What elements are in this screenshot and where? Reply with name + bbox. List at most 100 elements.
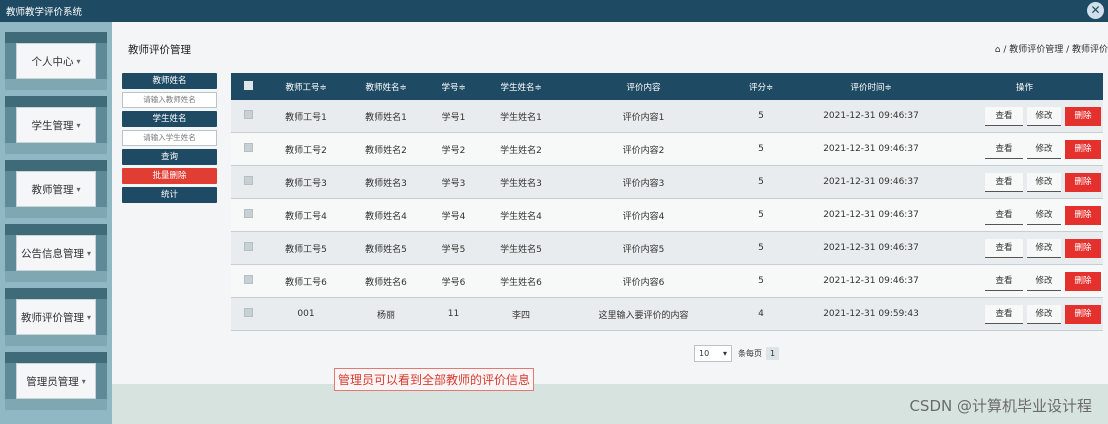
row-checkbox[interactable] bbox=[244, 209, 253, 218]
chevron-down-icon: ▾ bbox=[86, 248, 91, 258]
delete-button[interactable]: 删除 bbox=[1065, 139, 1101, 159]
cell-content: 评价内容5 bbox=[622, 244, 665, 255]
sidebar-item-admin-management[interactable]: 管理员管理 ▾ bbox=[5, 352, 107, 410]
breadcrumb-text[interactable]: / 教师评价管理 / 教师评价 bbox=[1003, 45, 1108, 55]
annotation-note: 管理员可以看到全部教师的评价信息 bbox=[334, 368, 535, 391]
edit-button[interactable]: 修改 bbox=[1027, 304, 1061, 324]
app-title: 教师教学评价系统 bbox=[6, 7, 83, 18]
row-checkbox[interactable] bbox=[244, 143, 253, 152]
cell-content: 评价内容2 bbox=[622, 145, 665, 156]
delete-button[interactable]: 删除 bbox=[1065, 106, 1101, 126]
batch-delete-button[interactable]: 批量删除 bbox=[122, 168, 217, 184]
page-size-select[interactable]: 10 ▾ bbox=[694, 345, 732, 362]
cell-time: 2021-12-31 09:59:43 bbox=[823, 309, 919, 319]
chevron-down-icon: ▾ bbox=[81, 376, 86, 386]
cell-student-id: 学号6 bbox=[441, 277, 466, 288]
view-button[interactable]: 查看 bbox=[985, 172, 1023, 192]
view-button[interactable]: 查看 bbox=[985, 139, 1023, 159]
edit-button[interactable]: 修改 bbox=[1027, 238, 1061, 258]
view-button[interactable]: 查看 bbox=[985, 304, 1023, 324]
delete-button[interactable]: 删除 bbox=[1065, 205, 1101, 225]
cell-teacher-id: 教师工号3 bbox=[285, 178, 327, 189]
cell-content: 评价内容1 bbox=[622, 112, 665, 123]
row-checkbox[interactable] bbox=[244, 176, 253, 185]
delete-button[interactable]: 删除 bbox=[1065, 304, 1101, 324]
cell-score: 5 bbox=[758, 276, 764, 286]
sidebar-item-teacher-management[interactable]: 教师管理 ▾ bbox=[5, 160, 107, 218]
sidebar-item-notice-management[interactable]: 公告信息管理 ▾ bbox=[5, 224, 107, 282]
sidebar-item-label: 管理员管理 bbox=[26, 375, 79, 388]
column-header[interactable]: 学生姓名≑ bbox=[481, 81, 561, 93]
cell-time: 2021-12-31 09:46:37 bbox=[823, 210, 919, 220]
cell-content: 评价内容4 bbox=[622, 211, 665, 222]
table-row: 教师工号2 教师姓名2 学号2 学生姓名2 评价内容2 5 2021-12-31… bbox=[231, 133, 1103, 166]
cell-time: 2021-12-31 09:46:37 bbox=[823, 243, 919, 253]
cell-score: 5 bbox=[758, 144, 764, 154]
edit-button[interactable]: 修改 bbox=[1027, 106, 1061, 126]
cell-teacher-name: 教师姓名2 bbox=[365, 145, 407, 156]
select-all-checkbox[interactable] bbox=[244, 80, 253, 90]
table-row: 教师工号3 教师姓名3 学号3 学生姓名3 评价内容3 5 2021-12-31… bbox=[231, 166, 1103, 199]
cell-time: 2021-12-31 09:46:37 bbox=[823, 276, 919, 286]
sidebar-item-label: 公告信息管理 bbox=[20, 247, 84, 260]
per-page-label: 条每页 bbox=[738, 349, 762, 358]
edit-button[interactable]: 修改 bbox=[1027, 172, 1061, 192]
cell-time: 2021-12-31 09:46:37 bbox=[823, 144, 919, 154]
cell-score: 4 bbox=[758, 309, 764, 319]
view-button[interactable]: 查看 bbox=[985, 238, 1023, 258]
edit-button[interactable]: 修改 bbox=[1027, 271, 1061, 291]
row-checkbox[interactable] bbox=[244, 242, 253, 251]
sidebar-item-evaluation-management[interactable]: 教师评价管理 ▾ bbox=[5, 288, 107, 346]
cell-time: 2021-12-31 09:46:37 bbox=[823, 111, 919, 121]
edit-button[interactable]: 修改 bbox=[1027, 205, 1061, 225]
delete-button[interactable]: 删除 bbox=[1065, 238, 1101, 258]
sidebar-item-student-management[interactable]: 学生管理 ▾ bbox=[5, 96, 107, 154]
stats-button[interactable]: 统计 bbox=[122, 187, 217, 203]
column-header[interactable]: 评价时间≑ bbox=[796, 81, 946, 93]
cell-student-id: 学号4 bbox=[441, 211, 466, 222]
table-header: 教师工号≑ 教师姓名≑ 学号≑ 学生姓名≑ 评价内容 评分≑ 评价时间≑ 操作 bbox=[231, 73, 1103, 100]
watermark: CSDN @计算机毕业设计程 bbox=[909, 397, 1092, 415]
search-button[interactable]: 查询 bbox=[122, 149, 217, 165]
chevron-down-icon: ▾ bbox=[76, 120, 81, 130]
chevron-down-icon: ▾ bbox=[76, 184, 81, 194]
column-header[interactable]: 教师姓名≑ bbox=[346, 81, 426, 93]
view-button[interactable]: 查看 bbox=[985, 106, 1023, 126]
cell-student-id: 11 bbox=[447, 309, 460, 319]
cell-student-name: 李四 bbox=[511, 310, 530, 321]
column-header[interactable]: 学号≑ bbox=[426, 81, 481, 93]
cell-score: 5 bbox=[758, 111, 764, 121]
cell-content: 这里输入要评价的内容 bbox=[598, 310, 689, 321]
sidebar-item-label: 个人中心 bbox=[31, 55, 74, 68]
view-button[interactable]: 查看 bbox=[985, 205, 1023, 225]
teacher-name-label: 教师姓名 bbox=[122, 73, 217, 89]
delete-button[interactable]: 删除 bbox=[1065, 172, 1101, 192]
sidebar-item-personal-center[interactable]: 个人中心 ▾ bbox=[5, 32, 107, 90]
view-button[interactable]: 查看 bbox=[985, 271, 1023, 291]
row-checkbox[interactable] bbox=[244, 308, 253, 317]
column-header[interactable]: 评分≑ bbox=[726, 81, 796, 93]
close-icon[interactable]: ✕ bbox=[1087, 2, 1104, 19]
home-icon[interactable]: ⌂ bbox=[995, 45, 1001, 55]
cell-content: 评价内容3 bbox=[622, 178, 665, 189]
page-button-current[interactable]: 1 bbox=[766, 347, 779, 360]
table-row: 教师工号5 教师姓名5 学号5 学生姓名5 评价内容5 5 2021-12-31… bbox=[231, 232, 1103, 265]
cell-student-id: 学号2 bbox=[441, 145, 466, 156]
row-checkbox[interactable] bbox=[244, 275, 253, 284]
delete-button[interactable]: 删除 bbox=[1065, 271, 1101, 291]
cell-teacher-name: 教师姓名6 bbox=[365, 277, 407, 288]
row-checkbox[interactable] bbox=[244, 110, 253, 119]
table-row: 001 杨丽 11 李四 这里输入要评价的内容 4 2021-12-31 09:… bbox=[231, 298, 1103, 331]
page-title: 教师评价管理 bbox=[128, 44, 191, 56]
edit-button[interactable]: 修改 bbox=[1027, 139, 1061, 159]
cell-teacher-name: 教师姓名5 bbox=[365, 244, 407, 255]
column-header: 操作 bbox=[1015, 82, 1033, 93]
teacher-name-input[interactable]: 请输入教师姓名 bbox=[122, 92, 217, 108]
column-header[interactable]: 教师工号≑ bbox=[266, 81, 346, 93]
cell-student-id: 学号1 bbox=[441, 112, 466, 123]
student-name-input[interactable]: 请输入学生姓名 bbox=[122, 130, 217, 146]
sidebar-item-label: 学生管理 bbox=[31, 119, 74, 132]
filter-panel: 教师姓名 请输入教师姓名 学生姓名 请输入学生姓名 查询 批量删除 统计 bbox=[122, 73, 217, 206]
chevron-down-icon: ▾ bbox=[722, 349, 727, 358]
sidebar-item-label: 教师评价管理 bbox=[20, 311, 84, 324]
